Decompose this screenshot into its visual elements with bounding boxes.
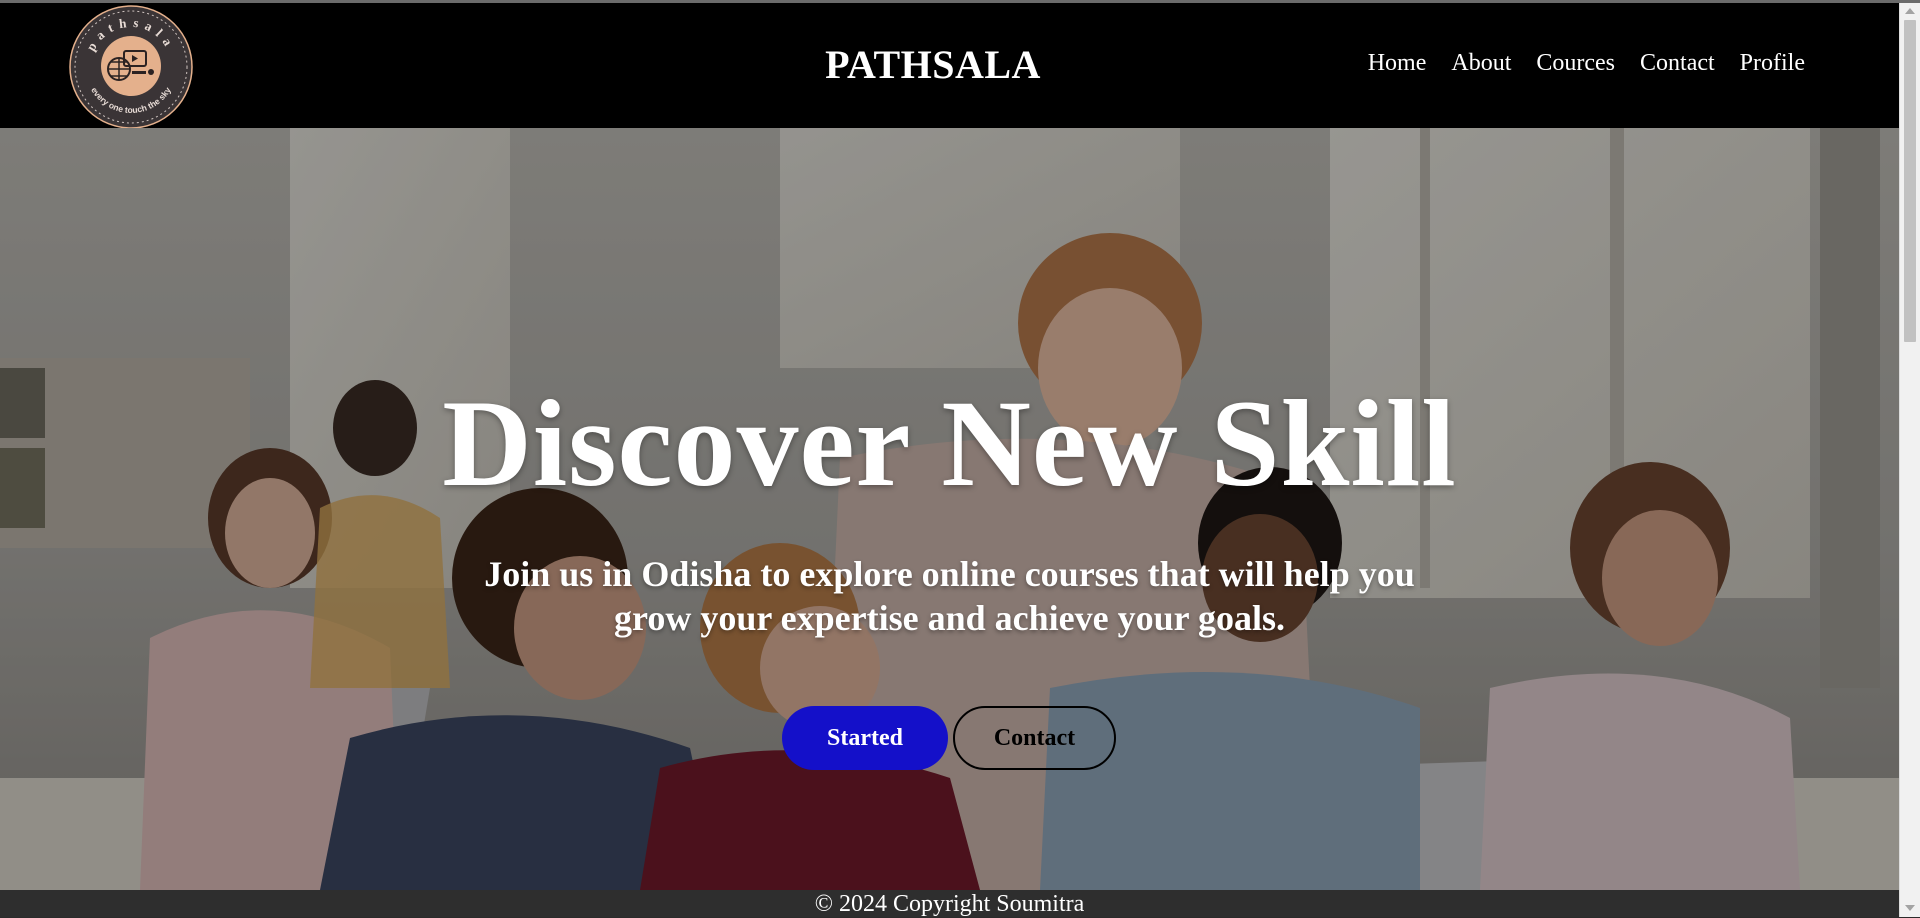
nav-profile-link[interactable]: Profile [1740, 51, 1805, 75]
started-button[interactable]: Started [782, 706, 948, 770]
contact-button[interactable]: Contact [953, 706, 1116, 770]
nav-courses-link[interactable]: Cources [1536, 51, 1615, 75]
hero-section: Discover New Skill Join us in Odisha to … [0, 128, 1899, 890]
nav-about-link[interactable]: About [1451, 51, 1511, 75]
nav-home-link[interactable]: Home [1368, 51, 1427, 75]
hero-subtitle: Join us in Odisha to explore online cour… [484, 554, 1415, 638]
scrollbar-thumb[interactable] [1904, 20, 1916, 342]
hero-content: Discover New Skill Join us in Odisha to … [0, 128, 1899, 890]
nav-contact-link[interactable]: Contact [1640, 51, 1715, 75]
page: pathsala every one touch the sky PATHSAL… [0, 3, 1899, 917]
navbar: pathsala every one touch the sky PATHSAL… [0, 3, 1899, 129]
hero-title: Discover New Skill [442, 375, 1457, 512]
footer: © 2024 Copyright Soumitra [0, 890, 1899, 917]
scroll-down-arrow-icon[interactable] [1905, 905, 1915, 911]
scroll-up-arrow-icon[interactable] [1905, 8, 1915, 14]
main-nav: Home About Cources Contact Profile [1368, 51, 1805, 75]
vertical-scrollbar[interactable] [1899, 3, 1920, 917]
copyright-text: © 2024 Copyright Soumitra [814, 891, 1085, 917]
